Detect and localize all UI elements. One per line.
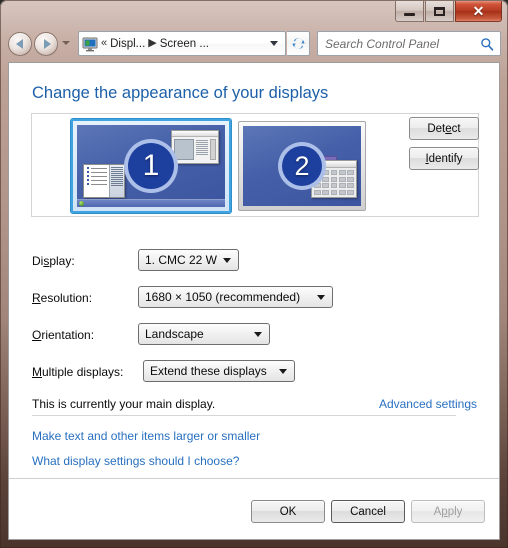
search-icon[interactable] — [480, 37, 494, 51]
minimize-icon — [404, 13, 415, 16]
section-divider — [32, 415, 456, 416]
cancel-label: Cancel — [350, 505, 386, 518]
search-box[interactable] — [317, 31, 501, 56]
back-button[interactable] — [8, 32, 32, 56]
display-2-screen: 2 — [243, 126, 361, 206]
display-1-taskbar — [77, 199, 225, 207]
client-area: Change the appearance of your displays 1… — [8, 62, 500, 540]
multiple-displays-select-value: Extend these displays — [150, 364, 267, 378]
title-bar: ✕ — [0, 0, 508, 26]
breadcrumb-item-display[interactable]: Displ... — [110, 38, 145, 50]
what-display-settings-link[interactable]: What display settings should I choose? — [32, 454, 239, 468]
breadcrumb-leading-separator: « — [101, 37, 108, 49]
display-number-1: 1 — [124, 139, 178, 193]
start-orb-icon — [79, 201, 84, 206]
recent-pages-chevron-down-icon[interactable] — [62, 41, 70, 45]
desktop-window-thumbnail — [171, 130, 219, 164]
display-label: Display: — [32, 254, 75, 268]
detect-label-pre: Det — [427, 122, 446, 135]
identify-button[interactable]: Identify — [409, 147, 479, 170]
apply-label-post: ply — [447, 505, 463, 518]
breadcrumb-item-screen-resolution[interactable]: Screen ... — [160, 38, 209, 50]
advanced-settings-link[interactable]: Advanced settings — [379, 397, 477, 411]
close-icon: ✕ — [472, 3, 485, 19]
display-1-screen: 1 — [77, 125, 225, 207]
apply-button: Ap ply — [411, 500, 485, 523]
navigation-bar: « Displ... ▶ Screen ... — [0, 28, 508, 60]
display-preview-1[interactable]: 1 — [71, 119, 231, 213]
refresh-button[interactable] — [287, 31, 310, 56]
identify-label-post: dentify — [428, 152, 463, 165]
display-monitor-icon — [82, 36, 98, 52]
address-bar[interactable]: « Displ... ▶ Screen ... — [78, 31, 286, 56]
resolution-select[interactable]: 1680 × 1050 (recommended) — [138, 286, 333, 308]
ok-label: OK — [279, 505, 297, 518]
back-arrow-icon — [15, 39, 23, 49]
detect-label-post: ct — [451, 122, 461, 135]
caption-button-group: ✕ — [395, 1, 502, 22]
minimize-button[interactable] — [395, 1, 424, 22]
display-select-value: 1. CMC 22 W — [145, 253, 218, 267]
orientation-label-access-key: O — [32, 328, 42, 342]
display-number-2: 2 — [278, 142, 326, 190]
resolution-label-post: esolution: — [40, 291, 93, 305]
make-text-larger-link[interactable]: Make text and other items larger or smal… — [32, 429, 260, 443]
resolution-label: Resolution: — [32, 291, 92, 305]
chevron-down-icon — [317, 294, 325, 300]
address-bar-chevron-down-icon[interactable] — [270, 41, 278, 46]
multiple-displays-label-post: ultiple displays: — [42, 365, 124, 379]
refresh-icon — [292, 38, 304, 49]
ok-button[interactable]: OK — [251, 500, 325, 523]
multiple-displays-label: Multiple displays: — [32, 365, 123, 379]
desktop-list-thumbnail — [83, 164, 125, 198]
page-title: Change the appearance of your displays — [32, 84, 329, 102]
forward-arrow-icon — [43, 39, 51, 49]
cancel-button[interactable]: Cancel — [331, 500, 405, 523]
display-label-pre: Di — [32, 254, 44, 268]
display-select[interactable]: 1. CMC 22 W — [138, 249, 239, 271]
chevron-down-icon — [223, 257, 231, 263]
resolution-select-value: 1680 × 1050 (recommended) — [145, 290, 301, 304]
close-button[interactable]: ✕ — [455, 1, 502, 22]
chevron-down-icon — [254, 331, 262, 337]
breadcrumb-chevron-right-icon: ▶ — [148, 37, 157, 49]
resolution-label-access-key: R — [32, 291, 41, 305]
orientation-label: Orientation: — [32, 328, 94, 342]
orientation-label-post: rientation: — [41, 328, 95, 342]
multiple-displays-select[interactable]: Extend these displays — [143, 360, 295, 382]
multiple-displays-label-access-key: M — [32, 365, 42, 379]
display-preview-2[interactable]: 2 — [238, 121, 366, 211]
orientation-select-value: Landscape — [145, 327, 204, 341]
dialog-footer: OK Cancel Ap ply — [9, 479, 499, 539]
detect-button[interactable]: Det e ct — [409, 117, 479, 140]
main-display-status-text: This is currently your main display. — [32, 397, 216, 411]
chevron-down-icon — [279, 368, 287, 374]
search-input[interactable] — [325, 36, 475, 51]
apply-label-pre: A — [433, 505, 442, 518]
forward-button[interactable] — [34, 32, 58, 56]
maximize-button[interactable] — [425, 1, 454, 22]
orientation-select[interactable]: Landscape — [138, 323, 270, 345]
display-label-post: play: — [49, 254, 75, 268]
maximize-icon — [434, 6, 445, 16]
display-settings-window: ✕ « Displ... ▶ Screen ... Search Control… — [0, 0, 508, 548]
